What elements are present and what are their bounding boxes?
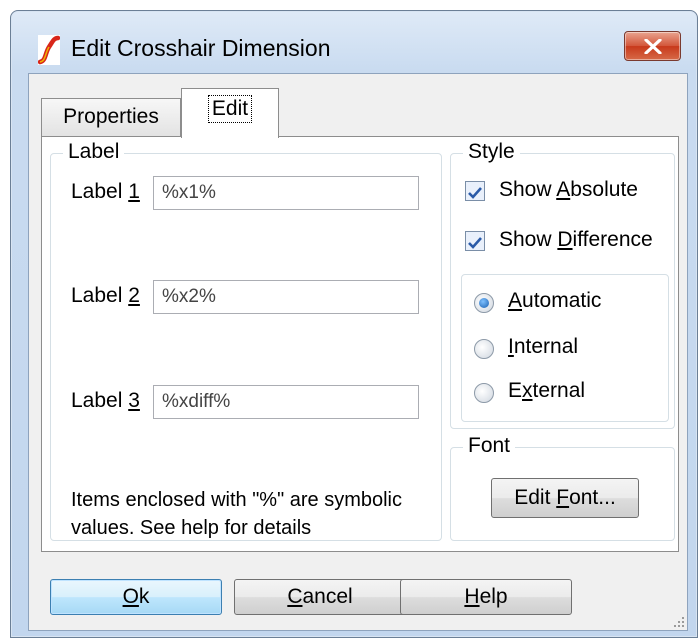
close-icon bbox=[644, 39, 662, 54]
position-radio-group: Automatic Internal External bbox=[461, 274, 669, 422]
external-radio-label[interactable]: External bbox=[508, 379, 585, 403]
ok-button[interactable]: Ok bbox=[50, 579, 222, 615]
label-3-input[interactable]: %xdiff% bbox=[153, 385, 419, 419]
show-absolute-checkbox[interactable] bbox=[465, 181, 485, 201]
dialog-client-area: Properties Edit Label Label 1 %x1% Label… bbox=[28, 73, 688, 631]
internal-radio-label[interactable]: Internal bbox=[508, 335, 578, 359]
internal-radio[interactable] bbox=[474, 339, 494, 359]
show-absolute-label[interactable]: Show Absolute bbox=[499, 178, 638, 202]
spice-logo-icon bbox=[38, 35, 60, 65]
cancel-button[interactable]: Cancel bbox=[234, 579, 406, 615]
automatic-radio-label[interactable]: Automatic bbox=[508, 289, 601, 313]
show-difference-checkbox[interactable] bbox=[465, 231, 485, 251]
close-button[interactable] bbox=[624, 31, 681, 61]
label-groupbox: Label Label 1 %x1% Label 2 %x2% Label 3 … bbox=[50, 140, 442, 541]
font-groupbox: Font Edit Font... bbox=[450, 434, 675, 541]
label-2-caption: Label 2 bbox=[71, 284, 140, 307]
title-bar[interactable]: Edit Crosshair Dimension bbox=[11, 11, 697, 73]
label-1-input[interactable]: %x1% bbox=[153, 176, 419, 210]
help-button[interactable]: Help bbox=[400, 579, 572, 615]
tab-edit[interactable]: Edit bbox=[181, 88, 279, 138]
style-groupbox: Style Show Absolute Show Difference Auto… bbox=[450, 140, 675, 429]
edit-font-button[interactable]: Edit Font... bbox=[491, 478, 639, 518]
resize-grip-icon[interactable] bbox=[671, 614, 685, 628]
style-group-title: Style bbox=[463, 140, 520, 164]
label-group-title: Label bbox=[63, 140, 125, 164]
symbolic-values-note: Items enclosed with "%" are symbolic val… bbox=[71, 489, 402, 539]
tab-panel-edit: Label Label 1 %x1% Label 2 %x2% Label 3 … bbox=[41, 136, 679, 552]
label-3-caption: Label 3 bbox=[71, 389, 140, 412]
show-difference-label[interactable]: Show Difference bbox=[499, 228, 653, 252]
label-2-input[interactable]: %x2% bbox=[153, 280, 419, 314]
external-radio[interactable] bbox=[474, 383, 494, 403]
dialog-window: Edit Crosshair Dimension Properties Edit… bbox=[10, 10, 698, 638]
automatic-radio[interactable] bbox=[474, 293, 494, 313]
checkmark-icon bbox=[468, 187, 482, 199]
window-title: Edit Crosshair Dimension bbox=[71, 35, 331, 61]
label-1-caption: Label 1 bbox=[71, 180, 140, 203]
font-group-title: Font bbox=[463, 434, 516, 458]
tab-edit-label: Edit bbox=[207, 95, 253, 123]
checkmark-icon bbox=[468, 237, 482, 249]
tab-properties[interactable]: Properties bbox=[41, 98, 181, 136]
